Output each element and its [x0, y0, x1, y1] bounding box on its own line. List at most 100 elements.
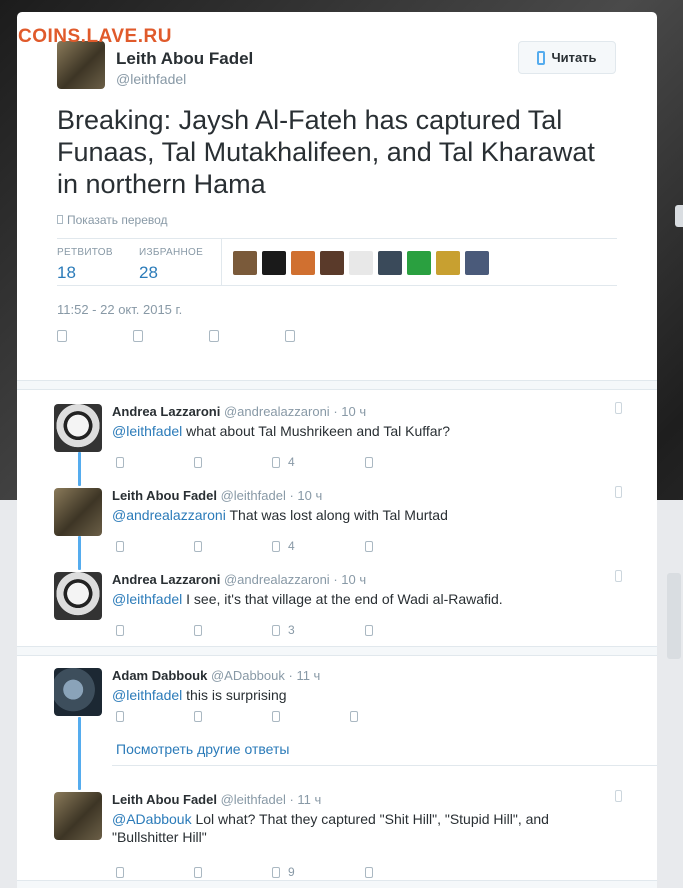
reply-body: That was lost along with Tal Murtad: [225, 507, 448, 523]
mention-link[interactable]: @andrealazzaroni: [112, 507, 226, 523]
mention-link[interactable]: @leithfadel: [112, 687, 182, 703]
reply-author-handle[interactable]: @ADabbouk: [211, 668, 285, 683]
mention-link[interactable]: @ADabbouk: [112, 811, 192, 827]
favorite-count: 9: [288, 865, 295, 879]
globe-icon: [57, 215, 63, 224]
favorite-button[interactable]: [209, 330, 219, 342]
avatar[interactable]: [54, 668, 102, 716]
reply-button[interactable]: [116, 455, 124, 469]
translate-link[interactable]: Показать перевод: [57, 213, 168, 227]
retweet-button[interactable]: [194, 539, 202, 553]
tweet-stats: РЕТВИТОВ 18 ИЗБРАННОЕ 28: [57, 238, 617, 286]
reply-button[interactable]: [57, 330, 67, 342]
retweet-button[interactable]: [194, 455, 202, 469]
reply-button[interactable]: [116, 711, 124, 722]
reply-header: Leith Abou Fadel @leithfadel · 11 ч: [112, 792, 321, 807]
tweet-text: Breaking: Jaysh Al-Fateh has captured Ta…: [57, 105, 595, 199]
page-scroll-control[interactable]: [675, 205, 683, 227]
mention-link[interactable]: @leithfadel: [112, 423, 182, 439]
reply-author-name[interactable]: Andrea Lazzaroni: [112, 572, 220, 587]
star-icon: [209, 330, 219, 342]
reply-header: Andrea Lazzaroni @andrealazzaroni · 10 ч: [112, 404, 366, 419]
author-name[interactable]: Leith Abou Fadel: [116, 49, 253, 69]
favoriter-avatar[interactable]: [378, 251, 402, 275]
tweet-modal: Leith Abou Fadel @leithfadel Читать Brea…: [17, 12, 657, 888]
reply-button[interactable]: [116, 539, 124, 553]
thread-line: [78, 452, 81, 486]
avatar[interactable]: [54, 792, 102, 840]
more-button[interactable]: [350, 711, 358, 722]
divider: [112, 765, 657, 766]
favoriter-avatar[interactable]: [320, 251, 344, 275]
follow-button[interactable]: Читать: [518, 41, 616, 74]
favorite-button[interactable]: 3: [272, 623, 295, 637]
reply-author-name[interactable]: Leith Abou Fadel: [112, 488, 217, 503]
more-button[interactable]: [285, 330, 295, 342]
reply-actions: 9: [116, 865, 373, 879]
reply-text: @andrealazzaroni That was lost along wit…: [112, 506, 572, 524]
favorite-button[interactable]: 4: [272, 455, 295, 469]
more-button[interactable]: [364, 623, 373, 637]
star-icon: [272, 624, 280, 636]
page-scroll-control-lower[interactable]: [667, 573, 681, 659]
avatar[interactable]: [54, 572, 102, 620]
retweet-button[interactable]: [194, 711, 202, 722]
favorite-button[interactable]: 4: [272, 539, 295, 553]
reply-button[interactable]: [116, 623, 124, 637]
more-options-icon[interactable]: [615, 486, 622, 498]
reply-icon: [116, 540, 124, 552]
favorite-button[interactable]: 9: [272, 865, 295, 879]
retweets-stat[interactable]: РЕТВИТОВ 18: [57, 247, 113, 283]
reply-time[interactable]: · 10 ч: [289, 488, 322, 503]
avatar[interactable]: [54, 404, 102, 452]
avatar[interactable]: [54, 488, 102, 536]
reply-author-handle[interactable]: @leithfadel: [221, 488, 286, 503]
mention-link[interactable]: @leithfadel: [112, 591, 182, 607]
favoriter-avatar[interactable]: [233, 251, 257, 275]
favoriter-avatar[interactable]: [349, 251, 373, 275]
reply-time[interactable]: · 11 ч: [289, 792, 321, 807]
favoriter-avatar[interactable]: [436, 251, 460, 275]
author-handle[interactable]: @leithfadel: [116, 71, 186, 87]
reply-time[interactable]: · 10 ч: [333, 404, 366, 419]
translate-label: Показать перевод: [67, 213, 168, 227]
more-icon: [364, 456, 373, 468]
avatar[interactable]: [57, 41, 105, 89]
favorites-label: ИЗБРАННОЕ: [139, 247, 204, 258]
reply-author-handle[interactable]: @andrealazzaroni: [224, 404, 330, 419]
reply-author-name[interactable]: Adam Dabbouk: [112, 668, 207, 683]
reply-text: @leithfadel I see, it's that village at …: [112, 590, 572, 608]
favoriter-avatar[interactable]: [407, 251, 431, 275]
retweet-icon: [194, 540, 202, 552]
reply-time[interactable]: · 11 ч: [289, 668, 321, 683]
timestamp[interactable]: 11:52 - 22 окт. 2015 г.: [57, 302, 182, 317]
main-tweet: Leith Abou Fadel @leithfadel Читать Brea…: [17, 12, 657, 382]
reply-author-handle[interactable]: @andrealazzaroni: [224, 572, 330, 587]
reply-button[interactable]: [116, 865, 124, 879]
reply-author-name[interactable]: Leith Abou Fadel: [112, 792, 217, 807]
tweet-actions: [57, 330, 295, 342]
retweet-button[interactable]: [194, 865, 202, 879]
reply-time[interactable]: · 10 ч: [333, 572, 366, 587]
more-options-icon[interactable]: [615, 570, 622, 582]
section-divider: [17, 380, 657, 390]
reply-body: this is surprising: [182, 687, 287, 703]
more-button[interactable]: [364, 455, 373, 469]
retweet-icon: [194, 624, 202, 636]
favorite-button[interactable]: [272, 711, 280, 722]
favoriter-avatar[interactable]: [291, 251, 315, 275]
retweet-icon: [194, 866, 202, 878]
view-more-replies-link[interactable]: Посмотреть другие ответы: [116, 741, 289, 757]
more-options-icon[interactable]: [615, 790, 622, 802]
reply-author-handle[interactable]: @leithfadel: [221, 792, 286, 807]
stats-divider: [221, 239, 222, 286]
more-button[interactable]: [364, 865, 373, 879]
retweet-button[interactable]: [194, 623, 202, 637]
more-button[interactable]: [364, 539, 373, 553]
reply-author-name[interactable]: Andrea Lazzaroni: [112, 404, 220, 419]
more-options-icon[interactable]: [615, 402, 622, 414]
favoriter-avatar[interactable]: [262, 251, 286, 275]
retweet-button[interactable]: [133, 330, 143, 342]
favorites-stat[interactable]: ИЗБРАННОЕ 28: [139, 247, 203, 283]
favoriter-avatar[interactable]: [465, 251, 489, 275]
